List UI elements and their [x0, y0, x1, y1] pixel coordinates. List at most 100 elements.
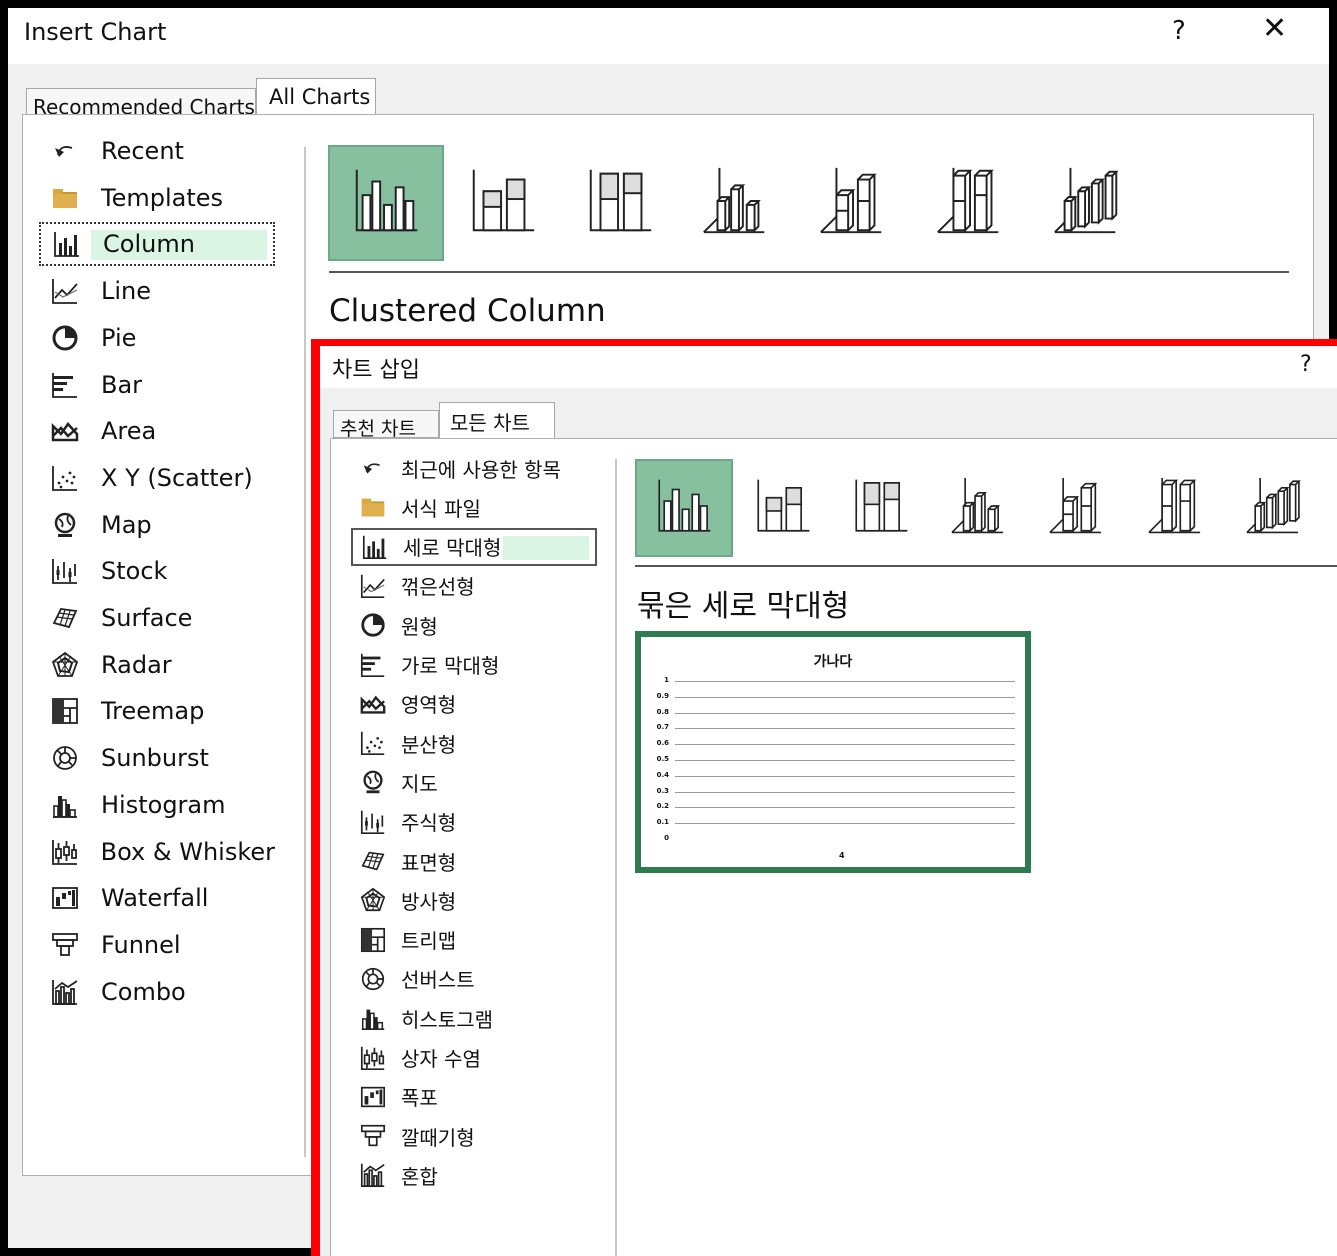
- chart-category-label: Treemap: [101, 697, 205, 726]
- preview-gridline: [675, 744, 1015, 746]
- tab-all-charts[interactable]: 모든 차트: [439, 402, 555, 440]
- chart-category-stock-chart[interactable]: Stock: [39, 549, 275, 593]
- 3d-column-option[interactable]: [1030, 145, 1146, 261]
- chart-category-radar-chart[interactable]: Radar: [39, 643, 275, 687]
- chart-category-column-chart[interactable]: 세로 막대형: [351, 527, 597, 566]
- chart-category-label: Combo: [101, 977, 186, 1006]
- stacked-column-option[interactable]: [734, 459, 832, 557]
- waterfall-chart-icon: [355, 1082, 391, 1112]
- funnel-chart-icon: [355, 1121, 391, 1151]
- chart-category-line-chart[interactable]: Line: [39, 269, 275, 313]
- templates-folder-icon: [45, 181, 85, 215]
- chart-category-histogram-chart[interactable]: 히스토그램: [351, 999, 597, 1037]
- chart-category-label: 상자 수염: [401, 1047, 481, 1071]
- chart-category-waterfall-chart[interactable]: Waterfall: [39, 876, 275, 920]
- bar-chart-icon: [45, 368, 85, 402]
- preview-y-tick: 0.7: [656, 723, 669, 732]
- chart-category-treemap-chart[interactable]: Treemap: [39, 689, 275, 733]
- chart-category-bar-chart[interactable]: 가로 막대형: [351, 646, 597, 684]
- chart-category-box-whisker-chart[interactable]: 상자 수염: [351, 1039, 597, 1077]
- chart-category-surface-chart[interactable]: Surface: [39, 596, 275, 640]
- chart-category-scatter-chart[interactable]: 분산형: [351, 724, 597, 762]
- 100-stacked-column-option[interactable]: [562, 145, 678, 261]
- preview-y-tick: 0.4: [656, 770, 669, 779]
- chart-category-label: 히스토그램: [401, 1007, 493, 1032]
- preview-y-tick: 0.6: [656, 739, 669, 748]
- chart-category-stock-chart[interactable]: 주식형: [351, 803, 597, 841]
- chart-category-treemap-chart[interactable]: 트리맵: [351, 921, 597, 959]
- chart-category-combo-chart[interactable]: 혼합: [351, 1156, 597, 1194]
- 3d-stacked-column-icon: [815, 162, 893, 245]
- help-button[interactable]: ?: [1172, 16, 1186, 46]
- 3d-100-stacked-column-option[interactable]: [1128, 459, 1226, 557]
- chart-category-label: Templates: [101, 183, 224, 212]
- clustered-column-option[interactable]: [328, 145, 444, 261]
- chart-category-map-chart[interactable]: 지도: [351, 763, 597, 801]
- chart-category-label: 혼합: [401, 1164, 438, 1189]
- preview-chart-title: 가나다: [813, 654, 853, 670]
- chart-category-area-chart[interactable]: Area: [39, 409, 275, 453]
- chart-category-pie-chart[interactable]: Pie: [39, 316, 275, 360]
- preview-gridline: [675, 728, 1015, 730]
- chart-category-label: 원형: [401, 614, 438, 639]
- chart-preview-canvas: 가나다 4 1 0.9 0.8 0.7 0.6 0.5 0.4 0.3 0.2 0.1 0: [641, 637, 1025, 867]
- preview-gridline: [675, 696, 1015, 698]
- chart-category-sunburst-chart[interactable]: Sunburst: [39, 736, 275, 780]
- clustered-column-icon: [651, 473, 717, 544]
- 3d-100-stacked-column-icon: [932, 162, 1010, 245]
- 3d-clustered-column-option[interactable]: [931, 459, 1029, 557]
- divider: [304, 147, 306, 1157]
- 3d-clustered-column-icon: [947, 473, 1013, 544]
- chart-category-label: Stock: [101, 557, 168, 586]
- stacked-column-option[interactable]: [445, 145, 561, 261]
- selection-highlight: [503, 535, 589, 560]
- 3d-clustered-column-option[interactable]: [679, 145, 795, 261]
- preview-y-tick: 0.9: [656, 691, 669, 700]
- chart-category-templates-folder[interactable]: Templates: [39, 176, 275, 220]
- close-button[interactable]: ✕: [1262, 14, 1287, 44]
- clustered-column-icon: [347, 162, 425, 245]
- column-chart-icon: [47, 227, 87, 261]
- 3d-100-stacked-column-option[interactable]: [913, 145, 1029, 261]
- chart-category-waterfall-chart[interactable]: 폭포: [351, 1078, 597, 1116]
- chart-category-bar-chart[interactable]: Bar: [39, 363, 275, 407]
- chart-category-combo-chart[interactable]: Combo: [39, 970, 275, 1014]
- chart-preview[interactable]: 가나다 4 1 0.9 0.8 0.7 0.6 0.5 0.4 0.3 0.2 0.1 0: [635, 631, 1031, 873]
- chart-category-histogram-chart[interactable]: Histogram: [39, 783, 275, 827]
- chart-category-pie-chart[interactable]: 원형: [351, 606, 597, 644]
- 3d-stacked-column-option[interactable]: [1029, 459, 1127, 557]
- chart-category-funnel-chart[interactable]: Funnel: [39, 923, 275, 967]
- chart-category-surface-chart[interactable]: 표면형: [351, 842, 597, 880]
- surface-chart-icon: [355, 846, 391, 876]
- combo-chart-icon: [45, 975, 85, 1009]
- preview-gridline: [675, 681, 1015, 682]
- 3d-column-option[interactable]: [1226, 459, 1324, 557]
- 100-stacked-column-icon: [581, 162, 659, 245]
- chart-category-label: 지도: [401, 771, 438, 796]
- chart-category-area-chart[interactable]: 영역형: [351, 685, 597, 723]
- chart-category-recent[interactable]: Recent: [39, 129, 275, 173]
- chart-category-line-chart[interactable]: 꺾은선형: [351, 567, 597, 605]
- chart-category-column-chart[interactable]: Column: [39, 222, 275, 267]
- chart-category-recent[interactable]: 최근에 사용한 항목: [351, 449, 597, 487]
- chart-category-scatter-chart[interactable]: X Y (Scatter): [39, 456, 275, 500]
- 3d-stacked-column-option[interactable]: [796, 145, 912, 261]
- chart-category-label: Funnel: [101, 930, 181, 959]
- chart-category-label: 분산형: [401, 732, 457, 757]
- chart-category-radar-chart[interactable]: 방사형: [351, 881, 597, 919]
- tab-recommended-charts[interactable]: 추천 차트: [333, 410, 439, 440]
- chart-category-funnel-chart[interactable]: 깔때기형: [351, 1117, 597, 1155]
- 100-stacked-column-option[interactable]: [832, 459, 930, 557]
- combo-chart-icon: [355, 1160, 391, 1190]
- funnel-chart-icon: [45, 928, 85, 962]
- clustered-column-option[interactable]: [635, 459, 733, 557]
- chart-category-templates-folder[interactable]: 서식 파일: [351, 488, 597, 526]
- help-button[interactable]: ?: [1300, 352, 1312, 377]
- chart-category-label: Sunburst: [101, 744, 209, 773]
- chart-category-label: 서식 파일: [401, 496, 481, 521]
- chart-category-sunburst-chart[interactable]: 선버스트: [351, 960, 597, 998]
- chart-category-box-whisker-chart[interactable]: Box & Whisker: [39, 830, 275, 874]
- stacked-column-icon: [750, 473, 816, 544]
- chart-category-map-chart[interactable]: Map: [39, 503, 275, 547]
- title-bar: Insert Chart ? ✕: [8, 8, 1329, 64]
